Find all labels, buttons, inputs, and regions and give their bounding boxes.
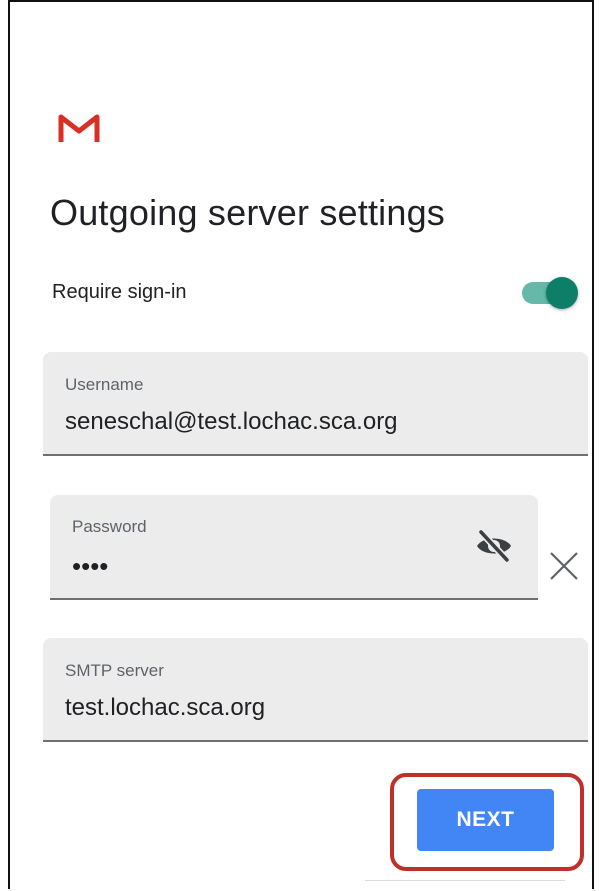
gmail-logo-icon: [58, 114, 100, 142]
require-signin-label: Require sign-in: [52, 281, 187, 303]
close-icon[interactable]: [548, 550, 580, 582]
eye-off-icon[interactable]: [473, 528, 515, 564]
password-input[interactable]: [72, 551, 452, 582]
password-label: Password: [72, 517, 147, 536]
password-field[interactable]: Password: [50, 495, 538, 600]
toggle-thumb: [546, 277, 578, 309]
username-label: Username: [65, 375, 144, 394]
username-input[interactable]: [65, 408, 565, 436]
next-button[interactable]: NEXT: [417, 789, 554, 851]
smtp-server-input[interactable]: [65, 694, 565, 722]
username-field[interactable]: Username: [43, 352, 588, 456]
page-title: Outgoing server settings: [50, 192, 445, 233]
smtp-server-field[interactable]: SMTP server: [43, 638, 588, 742]
require-signin-toggle[interactable]: [518, 276, 578, 310]
divider: [365, 880, 565, 881]
smtp-server-label: SMTP server: [65, 661, 164, 680]
